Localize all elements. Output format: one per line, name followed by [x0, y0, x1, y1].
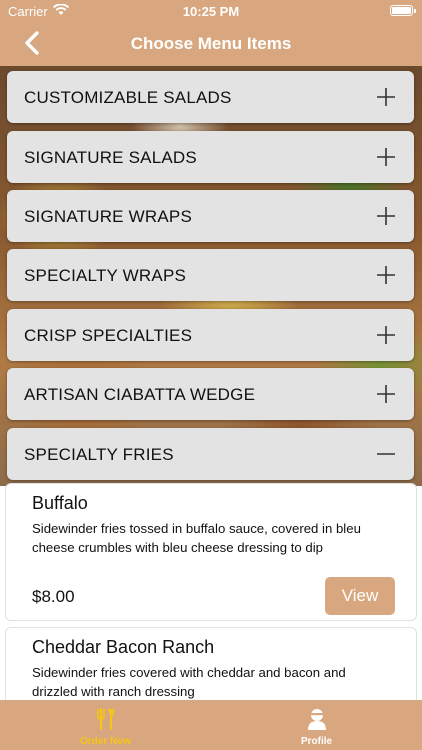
tab-label: Profile — [300, 736, 333, 747]
top-bar: Carrier 10:25 PM Choose Menu Items — [0, 0, 422, 66]
tab-order-now[interactable]: Order Now — [0, 700, 211, 750]
category-label: SIGNATURE SALADS — [24, 148, 197, 167]
menu-item-card[interactable]: Buffalo Sidewinder fries tossed in buffa… — [5, 483, 417, 621]
plus-icon — [377, 148, 395, 166]
battery-tip — [414, 9, 416, 13]
tab-bar: Order Now Profile — [0, 700, 422, 750]
category-label: ARTISAN CIABATTA WEDGE — [24, 385, 256, 404]
plus-icon — [377, 88, 395, 106]
item-description: Sidewinder fries covered with cheddar an… — [32, 665, 346, 699]
category-label: CRISP SPECIALTIES — [24, 326, 193, 345]
status-time: 10:25 PM — [182, 4, 240, 19]
plus-icon — [377, 207, 395, 225]
category-label: CUSTOMIZABLE SALADS — [24, 88, 232, 107]
item-price: $8.00 — [32, 587, 75, 606]
page-title: Choose Menu Items — [130, 34, 292, 53]
category-label: SIGNATURE WRAPS — [24, 207, 192, 226]
plus-icon — [377, 266, 395, 284]
view-button[interactable]: View — [325, 577, 395, 615]
item-name: Cheddar Bacon Ranch — [32, 637, 215, 657]
category-specialty-fries[interactable]: SPECIALTY FRIES — [7, 428, 414, 480]
tab-label: Order Now — [79, 736, 132, 747]
category-customizable-salads[interactable]: CUSTOMIZABLE SALADS — [7, 71, 414, 123]
plus-icon — [377, 385, 395, 403]
status-bar: Carrier 10:25 PM — [0, 0, 422, 22]
tab-profile[interactable]: Profile — [211, 700, 422, 750]
item-description: Sidewinder fries tossed in buffalo sauce… — [32, 521, 361, 555]
battery-icon — [390, 5, 413, 16]
nav-bar: Choose Menu Items — [0, 22, 422, 66]
plus-icon — [377, 326, 395, 344]
category-signature-salads[interactable]: SIGNATURE SALADS — [7, 131, 414, 183]
category-label: SPECIALTY FRIES — [24, 445, 174, 464]
minus-icon — [377, 453, 395, 455]
category-signature-wraps[interactable]: SIGNATURE WRAPS — [7, 190, 414, 242]
category-specialty-wraps[interactable]: SPECIALTY WRAPS — [7, 249, 414, 301]
person-icon — [307, 709, 326, 730]
category-crisp-specialties[interactable]: CRISP SPECIALTIES — [7, 309, 414, 361]
category-artisan-ciabatta-wedge[interactable]: ARTISAN CIABATTA WEDGE — [7, 368, 414, 420]
item-name: Buffalo — [32, 493, 88, 513]
dining-icon — [96, 708, 114, 730]
category-label: SPECIALTY WRAPS — [24, 266, 187, 285]
